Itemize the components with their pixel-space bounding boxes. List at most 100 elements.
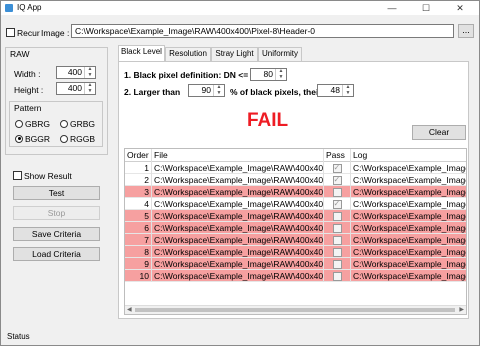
row-log: C:\Workspace\Example_Image\RA <box>353 223 466 233</box>
row-log: C:\Workspace\Example_Image\RA <box>353 211 466 221</box>
black-level-panel: 1. Black pixel definition: DN <= 80 ▲ ▼ 2… <box>118 61 469 319</box>
height-value: 400 <box>67 83 82 93</box>
pass-checkbox <box>332 198 342 210</box>
table-row[interactable]: 6 C:\Workspace\Example_Image\RAW\400x400\… <box>125 222 466 234</box>
table-row[interactable]: 2 C:\Workspace\Example_Image\RAW\400x400\… <box>125 174 466 186</box>
width-label: Width : <box>14 69 41 79</box>
row-pass <box>324 258 351 270</box>
criteria1-value: 80 <box>263 69 273 79</box>
tab-stray-light[interactable]: Stray Light <box>211 47 258 61</box>
pattern-label: RGGB <box>70 133 96 144</box>
spin-down-icon[interactable]: ▼ <box>85 72 95 79</box>
header-file[interactable]: File <box>152 149 324 162</box>
row-order: 5 <box>125 210 152 222</box>
maximize-button[interactable]: ☐ <box>409 1 443 15</box>
show-result-check-box[interactable] <box>13 171 22 181</box>
results-table[interactable]: Order File Pass Log 1 C:\Workspace\Exampl… <box>124 148 467 315</box>
table-row[interactable]: 9 C:\Workspace\Example_Image\RAW\400x400\… <box>125 258 466 270</box>
stop-button[interactable]: Stop <box>13 206 100 220</box>
pass-checkbox <box>332 188 342 198</box>
tab-resolution[interactable]: Resolution <box>165 47 211 61</box>
scrollbar-thumb[interactable] <box>135 308 455 312</box>
row-log: C:\Workspace\Example_Image\RA <box>353 175 466 185</box>
criteria1-input[interactable]: 80 ▲ ▼ <box>250 68 287 81</box>
row-order: 9 <box>125 258 152 270</box>
radio-icon[interactable] <box>60 119 68 128</box>
header-pass[interactable]: Pass <box>324 149 351 162</box>
pattern-radio-bggr[interactable]: BGGR <box>15 133 50 144</box>
row-log: C:\Workspace\Example_Image\RA <box>353 247 466 257</box>
pass-checkbox <box>332 248 342 258</box>
pass-checkbox <box>332 260 342 270</box>
criteria2-dn-value: 48 <box>330 85 340 95</box>
row-file: C:\Workspace\Example_Image\RAW\400x400\ <box>154 258 324 270</box>
scroll-right-icon[interactable]: ▶ <box>459 306 464 314</box>
row-order: 7 <box>125 234 152 246</box>
app-window: IQ App — ☐ ✕ Recur Image : C:\Workspace\… <box>0 0 480 346</box>
clear-button[interactable]: Clear <box>412 125 466 140</box>
tab-uniformity[interactable]: Uniformity <box>258 47 302 61</box>
app-icon <box>5 4 13 12</box>
height-spinner[interactable]: ▲ ▼ <box>84 82 95 95</box>
table-row[interactable]: 5 C:\Workspace\Example_Image\RAW\400x400\… <box>125 210 466 222</box>
criteria2-label-a: 2. Larger than <box>124 87 181 97</box>
row-pass <box>324 162 351 174</box>
spin-down-icon[interactable]: ▼ <box>343 90 353 97</box>
table-row[interactable]: 8 C:\Workspace\Example_Image\RAW\400x400\… <box>125 246 466 258</box>
radio-icon[interactable] <box>15 119 23 128</box>
tab-black-level[interactable]: Black Level <box>118 45 165 61</box>
spin-down-icon[interactable]: ▼ <box>85 88 95 95</box>
radio-icon[interactable] <box>60 134 68 143</box>
close-button[interactable]: ✕ <box>443 1 477 15</box>
show-result-checkbox[interactable]: Show Result <box>13 170 72 181</box>
pattern-radio-gbrg[interactable]: GBRG <box>15 118 50 129</box>
scroll-left-icon[interactable]: ◀ <box>127 306 132 314</box>
status-bar: Status <box>7 332 30 341</box>
pass-checkbox <box>332 272 342 282</box>
table-row[interactable]: 1 C:\Workspace\Example_Image\RAW\400x400\… <box>125 162 466 174</box>
pattern-radio-rggb[interactable]: RGGB <box>60 133 95 144</box>
horizontal-scrollbar[interactable]: ◀ ▶ <box>125 305 466 314</box>
table-row[interactable]: 10 C:\Workspace\Example_Image\RAW\400x400… <box>125 270 466 282</box>
row-pass <box>324 246 351 258</box>
height-input[interactable]: 400 ▲ ▼ <box>56 82 96 95</box>
criteria2-dn-spinner[interactable]: ▲ ▼ <box>342 84 353 97</box>
image-path-field[interactable]: C:\Workspace\Example_Image\RAW\400x400\P… <box>71 24 454 38</box>
criteria2-percent-input[interactable]: 90 ▲ ▼ <box>188 84 225 97</box>
pattern-label: GBRG <box>25 118 51 129</box>
header-log[interactable]: Log <box>351 149 466 162</box>
row-log: C:\Workspace\Example_Image\RA <box>353 259 466 269</box>
width-spinner[interactable]: ▲ ▼ <box>84 66 95 79</box>
table-row[interactable]: 4 C:\Workspace\Example_Image\RAW\400x400\… <box>125 198 466 210</box>
table-header: Order File Pass Log <box>125 149 466 162</box>
table-row[interactable]: 7 C:\Workspace\Example_Image\RAW\400x400\… <box>125 234 466 246</box>
pattern-radio-grbg[interactable]: GRBG <box>60 118 95 129</box>
recur-check-box[interactable] <box>6 28 15 38</box>
window-title: IQ App <box>17 3 42 12</box>
row-order: 2 <box>125 174 152 186</box>
row-file: C:\Workspace\Example_Image\RAW\400x400\ <box>154 270 324 282</box>
criteria2-percent-value: 90 <box>201 85 211 95</box>
criteria2-dn-input[interactable]: 48 ▲ ▼ <box>317 84 354 97</box>
table-row[interactable]: 3 C:\Workspace\Example_Image\RAW\400x400\… <box>125 186 466 198</box>
spin-down-icon[interactable]: ▼ <box>214 90 224 97</box>
minimize-button[interactable]: — <box>375 1 409 15</box>
pattern-group: Pattern GBRG GRBG BGGR RGGB <box>9 101 103 147</box>
row-file: C:\Workspace\Example_Image\RAW\400x400\ <box>154 234 324 246</box>
test-button[interactable]: Test <box>13 186 100 200</box>
criteria1-spinner[interactable]: ▲ ▼ <box>275 68 286 81</box>
width-input[interactable]: 400 ▲ ▼ <box>56 66 96 79</box>
pass-checkbox <box>332 236 342 246</box>
load-criteria-button[interactable]: Load Criteria <box>13 247 100 261</box>
row-pass <box>324 198 351 210</box>
criteria2-percent-spinner[interactable]: ▲ ▼ <box>213 84 224 97</box>
radio-selected-icon[interactable] <box>15 134 23 143</box>
recur-checkbox[interactable]: Recur <box>6 27 40 38</box>
browse-button[interactable]: ... <box>458 24 474 38</box>
row-order: 6 <box>125 222 152 234</box>
spin-down-icon[interactable]: ▼ <box>276 74 286 81</box>
header-order[interactable]: Order <box>125 149 152 162</box>
row-log: C:\Workspace\Example_Image\RA <box>353 187 466 197</box>
save-criteria-button[interactable]: Save Criteria <box>13 227 100 241</box>
row-file: C:\Workspace\Example_Image\RAW\400x400\ <box>154 174 324 186</box>
